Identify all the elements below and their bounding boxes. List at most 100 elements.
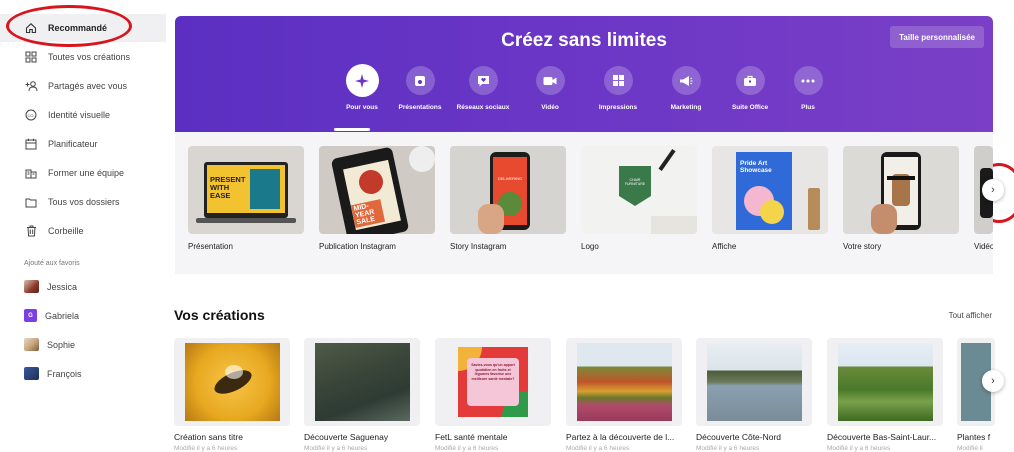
template-label: Votre story	[843, 242, 882, 251]
sidebar-item-team[interactable]: Former une équipe	[0, 159, 166, 187]
category-video[interactable]: Vidéo	[520, 66, 580, 111]
sidebar-item-label: Identité visuelle	[48, 110, 111, 120]
template-instagram-story[interactable]: DELIVERING Story Instagram	[450, 146, 566, 251]
sidebar-item-shared[interactable]: Partagés avec vous	[0, 72, 166, 100]
category-label: Plus	[801, 104, 815, 111]
active-tab-indicator	[334, 128, 370, 131]
thumb-text: Pride Art Showcase	[740, 160, 772, 174]
template-label: Affiche	[712, 242, 737, 251]
design-meta: Modifié il y a 6 heures	[696, 445, 760, 452]
designs-next-button[interactable]: ›	[982, 370, 1004, 392]
category-social[interactable]: Réseaux sociaux	[453, 66, 513, 111]
template-carousel: PRESENT WITH EASE Présentation MID-YEAR …	[175, 132, 993, 274]
favorite-gabriela[interactable]: G Gabriela	[24, 309, 79, 322]
team-icon	[24, 166, 38, 180]
design-thumbnail	[696, 338, 812, 426]
thumb-text: Saviez-vous qu'un apport quotidien en fr…	[467, 358, 519, 406]
custom-size-button[interactable]: Taille personnalisée	[890, 26, 984, 48]
category-label: Pour vous	[346, 104, 378, 111]
design-title: Découverte Bas-Saint-Laur...	[827, 432, 937, 442]
sidebar-item-label: Toutes vos créations	[48, 52, 131, 62]
template-label: Vidéo	[974, 242, 993, 251]
category-presentations[interactable]: Présentations	[390, 66, 450, 111]
template-thumbnail: MID-YEAR SALE	[319, 146, 435, 234]
sidebar-item-planner[interactable]: Planificateur	[0, 130, 166, 158]
category-label: Vidéo	[541, 104, 559, 111]
avatar: G	[24, 309, 37, 322]
design-thumbnail: Saviez-vous qu'un apport quotidien en fr…	[435, 338, 551, 426]
thumb-text: PRESENT WITH EASE	[210, 175, 246, 200]
thumb-text: CHAIR FURNITURE	[624, 178, 646, 186]
video-camera-icon	[535, 66, 565, 95]
category-office[interactable]: Suite Office	[720, 66, 780, 111]
design-title: FetL santé mentale	[435, 432, 508, 442]
design-card[interactable]: Saviez-vous qu'un apport quotidien en fr…	[435, 338, 551, 452]
presentation-icon	[405, 66, 435, 95]
brand-kit-icon: CO.	[24, 108, 38, 122]
see-all-link[interactable]: Tout afficher	[949, 311, 992, 320]
design-meta: Modifié il	[957, 445, 983, 452]
design-title: Création sans titre	[174, 432, 243, 442]
category-for-you[interactable]: Pour vous	[332, 64, 392, 111]
design-title: Découverte Côte-Nord	[696, 432, 782, 442]
template-thumbnail	[843, 146, 959, 234]
sidebar-item-label: Planificateur	[48, 139, 98, 149]
template-logo[interactable]: CHAIR FURNITURE Logo	[581, 146, 697, 251]
design-meta: Modifié il y a 6 heures	[304, 445, 368, 452]
carousel-next-button[interactable]: ›	[982, 179, 1004, 201]
category-more[interactable]: Plus	[778, 66, 838, 111]
sidebar-item-all-designs[interactable]: Toutes vos créations	[0, 43, 166, 71]
template-thumbnail: PRESENT WITH EASE	[188, 146, 304, 234]
category-label: Présentations	[398, 104, 442, 111]
design-meta: Modifié il y a 6 heures	[566, 445, 630, 452]
design-card[interactable]: Partez à la découverte de l... Modifié i…	[566, 338, 682, 452]
favorite-label: François	[47, 368, 82, 379]
favorite-label: Sophie	[47, 339, 76, 350]
sidebar-item-trash[interactable]: Corbeille	[0, 217, 166, 245]
hero-banner: Créez sans limites Taille personnalisée …	[175, 16, 993, 132]
sidebar-item-folders[interactable]: Tous vos dossiers	[0, 188, 166, 216]
grid-icon	[24, 50, 38, 64]
sidebar-item-brand[interactable]: CO. Identité visuelle	[0, 101, 166, 129]
design-card[interactable]: Découverte Côte-Nord Modifié il y a 6 he…	[696, 338, 812, 452]
design-meta: Modifié il y a 6 heures	[435, 445, 499, 452]
category-marketing[interactable]: Marketing	[656, 66, 716, 111]
template-label: Présentation	[188, 242, 233, 251]
design-meta: Modifié il y a 6 heures	[827, 445, 891, 452]
template-presentation[interactable]: PRESENT WITH EASE Présentation	[188, 146, 304, 251]
design-card[interactable]: Création sans titre Modifié il y a 6 heu…	[174, 338, 290, 452]
avatar	[24, 280, 39, 293]
design-card[interactable]: Découverte Bas-Saint-Laur... Modifié il …	[827, 338, 943, 452]
favorite-jessica[interactable]: Jessica	[24, 280, 77, 293]
chevron-right-icon: ›	[991, 184, 995, 196]
megaphone-icon	[671, 66, 701, 95]
design-thumbnail	[304, 338, 420, 426]
design-title: Plantes f	[957, 432, 991, 442]
category-label: Réseaux sociaux	[456, 104, 510, 111]
template-your-story[interactable]: Votre story	[843, 146, 959, 251]
design-meta: Modifié il y a 6 heures	[174, 445, 238, 452]
favorite-label: Jessica	[47, 281, 78, 292]
design-card[interactable]: Découverte Saguenay Modifié il y a 6 heu…	[304, 338, 420, 452]
favorite-francois[interactable]: François	[24, 367, 82, 380]
folder-icon	[24, 195, 38, 209]
avatar	[24, 367, 39, 380]
favorite-label: Gabriela	[45, 310, 80, 321]
category-label: Marketing	[670, 104, 702, 111]
category-print[interactable]: Impressions	[588, 66, 648, 111]
design-thumbnail	[827, 338, 943, 426]
design-thumbnail	[566, 338, 682, 426]
template-label: Story Instagram	[450, 242, 507, 251]
hero-title: Créez sans limites	[501, 30, 667, 51]
design-card[interactable]: Plantes f Modifié il	[957, 338, 995, 452]
avatar	[24, 338, 39, 351]
favorite-sophie[interactable]: Sophie	[24, 338, 75, 351]
template-thumbnail: DELIVERING	[450, 146, 566, 234]
template-instagram-post[interactable]: MID-YEAR SALE Publication Instagram	[319, 146, 435, 251]
template-poster[interactable]: Pride Art Showcase Affiche	[712, 146, 828, 251]
template-label: Logo	[581, 242, 599, 251]
design-thumbnail	[174, 338, 290, 426]
section-title: Vos créations	[174, 307, 265, 323]
sidebar-item-label: Former une équipe	[48, 168, 125, 178]
design-title: Découverte Saguenay	[304, 432, 389, 442]
